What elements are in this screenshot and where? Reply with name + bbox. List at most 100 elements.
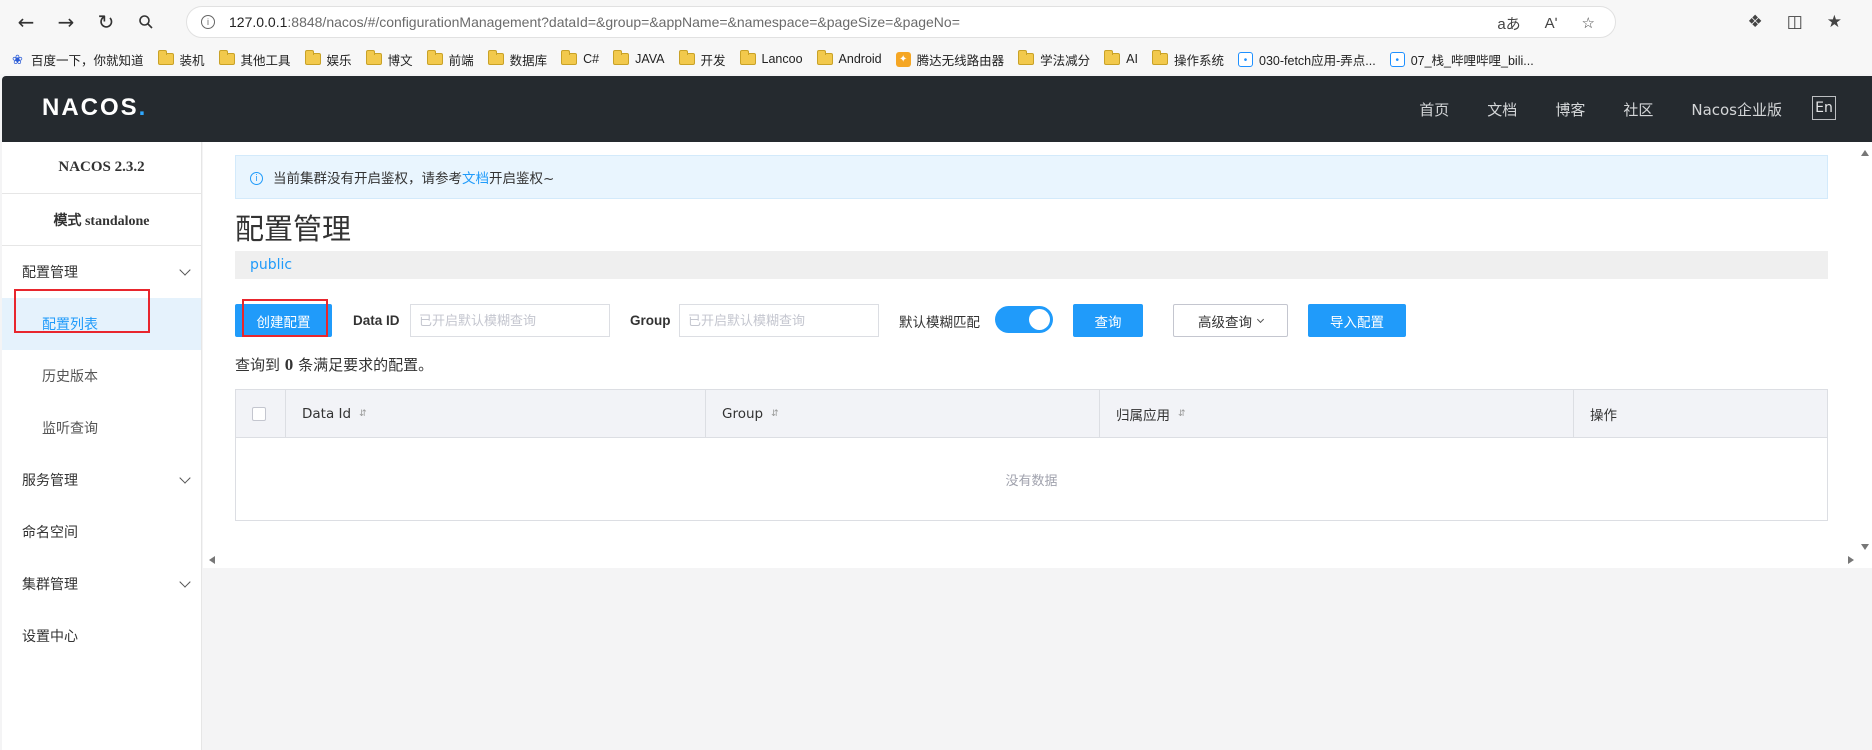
folder-icon bbox=[613, 50, 630, 65]
bookmark-item[interactable]: ❀ 百度一下，你就知道 bbox=[10, 50, 143, 69]
column-label: 操作 bbox=[1590, 407, 1617, 424]
nav-home[interactable]: 首页 bbox=[1419, 99, 1449, 120]
bookmark-item[interactable]: JAVA bbox=[613, 50, 665, 66]
back-icon[interactable]: ← bbox=[6, 2, 46, 42]
import-config-button[interactable]: 导入配置 bbox=[1308, 304, 1406, 337]
folder-icon bbox=[739, 50, 756, 65]
folder-icon bbox=[426, 50, 443, 65]
bookmark-item[interactable]: 装机 bbox=[157, 50, 205, 69]
sort-icon[interactable]: ⇵ bbox=[359, 409, 367, 419]
namespace-public-link[interactable]: public bbox=[250, 257, 292, 273]
column-group[interactable]: Group ⇵ bbox=[706, 390, 1100, 437]
bookmark-label: 操作系统 bbox=[1173, 53, 1224, 68]
bookmark-item[interactable]: 博文 bbox=[365, 50, 413, 69]
bookmark-item[interactable]: AI bbox=[1104, 50, 1138, 66]
result-count: 0 bbox=[284, 355, 294, 374]
search-icon[interactable] bbox=[126, 2, 166, 42]
empty-area bbox=[203, 568, 1872, 750]
favorite-star-icon[interactable]: ☆ bbox=[1582, 14, 1595, 32]
text-size-icon[interactable]: Aʹ bbox=[1545, 15, 1558, 32]
fuzzy-match-toggle[interactable] bbox=[995, 306, 1053, 333]
app-header: NACOS. 首页 文档 博客 社区 Nacos企业版 En bbox=[2, 76, 1872, 142]
column-app[interactable]: 归属应用 ⇵ bbox=[1100, 390, 1574, 437]
scroll-down-icon[interactable] bbox=[1861, 544, 1869, 550]
bookmark-item[interactable]: 数据库 bbox=[487, 50, 548, 69]
scroll-right-icon[interactable] bbox=[1848, 556, 1854, 564]
scroll-up-icon[interactable] bbox=[1861, 150, 1869, 156]
top-nav: 首页 文档 博客 社区 Nacos企业版 bbox=[1419, 76, 1782, 142]
alert-docs-link[interactable]: 文档 bbox=[462, 167, 489, 187]
bookmark-item[interactable]: C# bbox=[561, 50, 600, 66]
version-label: NACOS 2.3.2 bbox=[2, 142, 201, 194]
advanced-query-button[interactable]: 高级查询 bbox=[1173, 304, 1288, 337]
sidebar-group-cluster[interactable]: 集群管理 bbox=[2, 558, 201, 610]
query-button[interactable]: 查询 bbox=[1073, 304, 1143, 337]
folder-icon bbox=[487, 50, 504, 65]
bookmark-label: 数据库 bbox=[509, 53, 548, 68]
sidebar-item-label: 命名空间 bbox=[22, 525, 78, 541]
sidebar: NACOS 2.3.2 模式 standalone 配置管理 配置列表 历史版本… bbox=[2, 142, 202, 750]
sort-icon[interactable]: ⇵ bbox=[1178, 409, 1186, 419]
favorites-icon[interactable]: ★ bbox=[1827, 12, 1842, 32]
scroll-left-icon[interactable] bbox=[209, 556, 215, 564]
chevron-down-icon bbox=[179, 263, 191, 276]
alert-text-before: 当前集群没有开启鉴权，请参考 bbox=[273, 171, 462, 187]
bookmark-item[interactable]: • 030-fetch应用-弄点... bbox=[1238, 50, 1376, 69]
bookmark-item[interactable]: ✦ 腾达无线路由器 bbox=[895, 50, 1005, 69]
bookmark-label: 其他工具 bbox=[240, 53, 291, 68]
sidebar-item-listen-query[interactable]: 监听查询 bbox=[2, 402, 201, 454]
namespace-bar: public bbox=[235, 251, 1828, 279]
query-toolbar: 创建配置 Data ID Group 默认模糊匹配 查询 高级查询 导入配置 bbox=[235, 304, 1828, 337]
nav-blog[interactable]: 博客 bbox=[1555, 99, 1585, 120]
column-label: Group bbox=[722, 405, 764, 422]
browser-toolbar: ← → ↻ i 127.0.0.1:8848/nacos/#/configura… bbox=[0, 0, 1872, 44]
bookmark-item[interactable]: • 07_栈_哔哩哔哩_bili... bbox=[1389, 50, 1534, 69]
vertical-scrollbar[interactable] bbox=[1858, 150, 1872, 550]
bookmark-item[interactable]: Lancoo bbox=[739, 50, 803, 66]
bookmark-label: C# bbox=[583, 52, 600, 66]
url-path: :8848/nacos/#/configurationManagement?da… bbox=[287, 14, 960, 30]
bookmark-item[interactable]: 娱乐 bbox=[304, 50, 352, 69]
sidebar-item-settings[interactable]: 设置中心 bbox=[2, 610, 201, 662]
dataid-input[interactable] bbox=[410, 304, 610, 337]
bookmark-item[interactable]: 其他工具 bbox=[218, 50, 291, 69]
read-aloud-icon[interactable]: aあ bbox=[1497, 13, 1520, 34]
sidebar-group-service[interactable]: 服务管理 bbox=[2, 454, 201, 506]
highlight-box-create-button bbox=[242, 299, 328, 337]
bookmark-item[interactable]: Android bbox=[816, 50, 882, 66]
horizontal-scrollbar[interactable] bbox=[203, 552, 1872, 568]
dataid-label: Data ID bbox=[353, 313, 400, 328]
nav-community[interactable]: 社区 bbox=[1623, 99, 1653, 120]
bookmark-label: 博文 bbox=[387, 53, 413, 68]
language-toggle-button[interactable]: En bbox=[1812, 96, 1836, 120]
sidebar-item-namespace[interactable]: 命名空间 bbox=[2, 506, 201, 558]
sidebar-item-history[interactable]: 历史版本 bbox=[2, 350, 201, 402]
empty-message: 没有数据 bbox=[1005, 473, 1058, 489]
bookmark-label: 腾达无线路由器 bbox=[916, 53, 1005, 68]
refresh-icon[interactable]: ↻ bbox=[86, 2, 126, 42]
bookmark-item[interactable]: 学法减分 bbox=[1018, 50, 1090, 69]
url-host: 127.0.0.1 bbox=[229, 14, 288, 30]
folder-icon bbox=[218, 50, 235, 65]
split-screen-icon[interactable]: ◫ bbox=[1787, 12, 1803, 32]
auth-alert: i 当前集群没有开启鉴权，请参考 文档 开启鉴权~ bbox=[235, 155, 1828, 199]
bookmark-label: AI bbox=[1126, 52, 1138, 66]
nav-enterprise[interactable]: Nacos企业版 bbox=[1691, 99, 1782, 120]
result-summary: 查询到 0 条满足要求的配置。 bbox=[235, 354, 433, 375]
forward-icon[interactable]: → bbox=[46, 2, 86, 42]
select-all-checkbox[interactable] bbox=[252, 406, 266, 421]
bookmark-item[interactable]: 操作系统 bbox=[1151, 50, 1224, 69]
sort-icon[interactable]: ⇵ bbox=[771, 409, 779, 419]
group-input[interactable] bbox=[679, 304, 879, 337]
result-before: 查询到 bbox=[235, 356, 281, 374]
fuzzy-match-label: 默认模糊匹配 bbox=[899, 314, 980, 330]
site-info-icon[interactable]: i bbox=[201, 15, 215, 29]
column-dataid[interactable]: Data Id ⇵ bbox=[286, 390, 706, 437]
address-bar[interactable]: i 127.0.0.1:8848/nacos/#/configurationMa… bbox=[186, 6, 1616, 38]
nacos-logo[interactable]: NACOS. bbox=[42, 94, 147, 122]
bookmark-item[interactable]: 前端 bbox=[426, 50, 474, 69]
extensions-icon[interactable]: ❖ bbox=[1747, 12, 1762, 32]
bookmark-item[interactable]: 开发 bbox=[678, 50, 726, 69]
folder-icon bbox=[561, 50, 578, 65]
nav-docs[interactable]: 文档 bbox=[1487, 99, 1517, 120]
